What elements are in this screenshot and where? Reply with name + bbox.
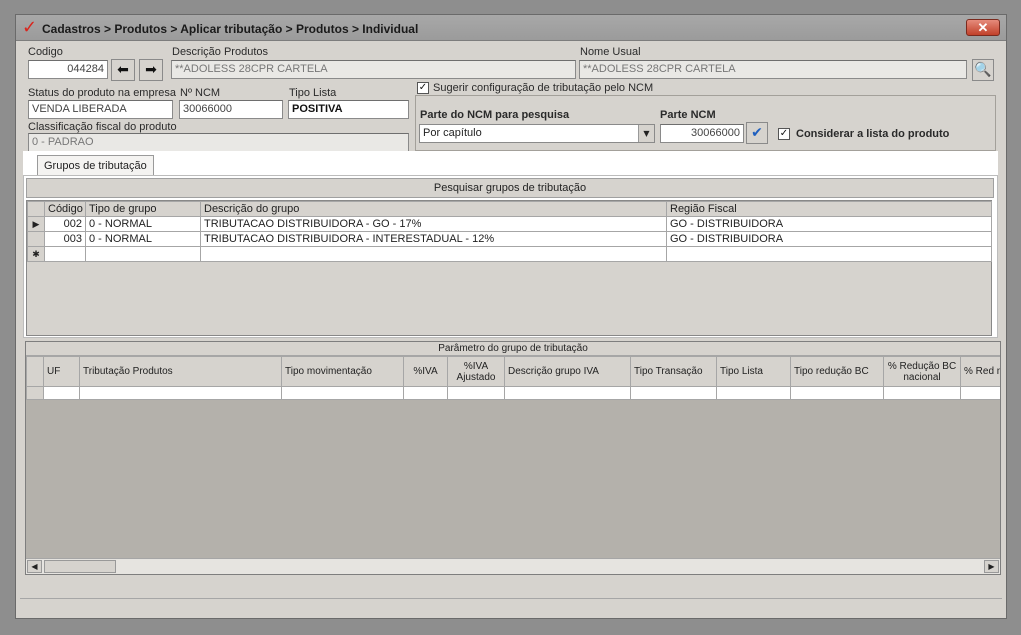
cell-empty[interactable] <box>883 386 961 400</box>
tab-strip: Grupos de tributação <box>23 151 998 177</box>
row-indicator <box>26 386 44 400</box>
params-grid-area: Parâmetro do grupo de tributação UF Trib… <box>25 341 1001 575</box>
new-row[interactable]: ✱ <box>27 246 992 262</box>
col-iva[interactable]: %IVA <box>403 356 448 387</box>
magnifier-icon: 🔍 <box>974 62 992 78</box>
ncm-label: Nº NCM <box>180 87 221 99</box>
row-indicator-header <box>26 356 44 387</box>
col-red-nac[interactable]: % Red nac <box>960 356 1000 387</box>
close-button[interactable]: ✕ <box>966 19 1000 36</box>
cell-tipo[interactable]: 0 - NORMAL <box>85 216 201 232</box>
considerar-checkbox[interactable]: ✓ <box>778 128 790 140</box>
groups-table: Código Tipo de grupo Descrição do grupo … <box>27 201 992 262</box>
arrow-left-icon: ⬅ <box>117 62 129 78</box>
params-table: UF Tributação Produtos Tipo movimentação… <box>26 356 1000 400</box>
window-title: Cadastros > Produtos > Aplicar tributaçã… <box>42 22 419 36</box>
sugerir-checkbox[interactable]: ✓ <box>417 82 429 94</box>
status-label: Status do produto na empresa <box>28 87 176 99</box>
parte-ncm-label: Parte NCM <box>660 109 716 121</box>
next-button[interactable]: ➡ <box>139 59 163 81</box>
status-bar <box>20 598 1002 614</box>
cell-empty[interactable] <box>716 386 791 400</box>
table-row[interactable]: ▶ 002 0 - NORMAL TRIBUTACAO DISTRIBUIDOR… <box>27 216 992 232</box>
table-row[interactable]: 003 0 - NORMAL TRIBUTACAO DISTRIBUIDORA … <box>27 231 992 247</box>
descricao-field[interactable]: **ADOLESS 28CPR CARTELA <box>171 60 576 79</box>
pesquisar-grupos-button[interactable]: Pesquisar grupos de tributação <box>26 178 994 198</box>
cell-empty[interactable] <box>630 386 717 400</box>
parte-ncm-pesquisa-label: Parte do NCM para pesquisa <box>420 109 570 121</box>
codigo-field[interactable]: 044284 <box>28 60 108 79</box>
main-window: ✓ Cadastros > Produtos > Aplicar tributa… <box>15 14 1007 619</box>
cell-tipo[interactable]: 0 - NORMAL <box>85 231 201 247</box>
col-codigo[interactable]: Código <box>44 201 86 217</box>
parte-ncm-pesquisa-select[interactable]: Por capítulo ▼ <box>419 124 655 143</box>
cell-empty[interactable] <box>85 246 201 262</box>
groups-grid-area: Código Tipo de grupo Descrição do grupo … <box>26 200 992 336</box>
sugerir-label: Sugerir configuração de tributação pelo … <box>433 82 654 94</box>
cell-regiao[interactable]: GO - DISTRIBUIDORA <box>666 216 992 232</box>
descricao-label: Descrição Produtos <box>172 46 268 58</box>
col-tributacao-produtos[interactable]: Tributação Produtos <box>79 356 282 387</box>
considerar-label: Considerar a lista do produto <box>796 128 950 140</box>
chevron-down-icon: ▼ <box>638 125 654 142</box>
col-iva-ajustado[interactable]: %IVA Ajustado <box>447 356 505 387</box>
classificacao-label: Classificação fiscal do produto <box>28 121 177 133</box>
nome-usual-field[interactable]: **ADOLESS 28CPR CARTELA <box>579 60 967 79</box>
cell-empty[interactable] <box>200 246 667 262</box>
cell-empty[interactable] <box>790 386 884 400</box>
col-tipo-transacao[interactable]: Tipo Transação <box>630 356 717 387</box>
col-descricao-grupo[interactable]: Descrição do grupo <box>200 201 667 217</box>
cell-empty[interactable] <box>44 246 86 262</box>
current-row-indicator: ▶ <box>27 216 45 232</box>
cell-empty[interactable] <box>447 386 505 400</box>
scroll-right-icon[interactable]: ▶ <box>984 560 999 573</box>
params-title: Parâmetro do grupo de tributação <box>26 342 1000 356</box>
cell-empty[interactable] <box>79 386 282 400</box>
cell-codigo[interactable]: 002 <box>44 216 86 232</box>
col-descricao-grupo-iva[interactable]: Descrição grupo IVA <box>504 356 631 387</box>
tipo-lista-field[interactable]: POSITIVA <box>288 100 409 119</box>
cell-empty[interactable] <box>281 386 404 400</box>
col-tipo-grupo[interactable]: Tipo de grupo <box>85 201 201 217</box>
col-tipo-lista[interactable]: Tipo Lista <box>716 356 791 387</box>
cell-descricao[interactable]: TRIBUTACAO DISTRIBUIDORA - GO - 17% <box>200 216 667 232</box>
cell-empty[interactable] <box>504 386 631 400</box>
col-tipo-movimentacao[interactable]: Tipo movimentação <box>281 356 404 387</box>
cell-empty[interactable] <box>43 386 80 400</box>
scroll-left-icon[interactable]: ◀ <box>27 560 42 573</box>
parte-ncm-pesquisa-value: Por capítulo <box>423 127 482 139</box>
app-logo-icon: ✓ <box>22 17 38 38</box>
tipo-lista-label: Tipo Lista <box>289 87 337 99</box>
checkmark-icon: ✔ <box>751 125 763 141</box>
cell-codigo[interactable]: 003 <box>44 231 86 247</box>
row-indicator-header <box>27 201 45 217</box>
row-indicator <box>27 231 45 247</box>
grupos-panel: Pesquisar grupos de tributação Código Ti… <box>23 175 998 338</box>
col-tipo-reducao-bc[interactable]: Tipo redução BC <box>790 356 884 387</box>
col-reducao-bc-nacional[interactable]: % Redução BC nacional <box>883 356 961 387</box>
arrow-right-icon: ➡ <box>145 62 157 78</box>
codigo-label: Codigo <box>28 46 63 58</box>
parte-ncm-field[interactable]: 30066000 <box>660 124 744 143</box>
col-uf[interactable]: UF <box>43 356 80 387</box>
classificacao-field[interactable]: 0 - PADRAO <box>28 133 409 152</box>
title-bar: ✓ Cadastros > Produtos > Aplicar tributa… <box>16 15 1006 41</box>
nome-usual-label: Nome Usual <box>580 46 641 58</box>
confirm-button[interactable]: ✔ <box>746 122 768 144</box>
ncm-field[interactable]: 30066000 <box>179 100 283 119</box>
col-regiao-fiscal[interactable]: Região Fiscal <box>666 201 992 217</box>
cell-empty[interactable] <box>960 386 1000 400</box>
scroll-thumb[interactable] <box>44 560 116 573</box>
horizontal-scrollbar[interactable]: ◀ ▶ <box>26 558 1000 574</box>
cell-regiao[interactable]: GO - DISTRIBUIDORA <box>666 231 992 247</box>
new-row-indicator: ✱ <box>27 246 45 262</box>
tab-grupos-tributacao[interactable]: Grupos de tributação <box>37 155 154 177</box>
table-row[interactable] <box>26 386 1000 400</box>
cell-descricao[interactable]: TRIBUTACAO DISTRIBUIDORA - INTERESTADUAL… <box>200 231 667 247</box>
cell-empty[interactable] <box>403 386 448 400</box>
search-button[interactable]: 🔍 <box>972 59 994 81</box>
cell-empty[interactable] <box>666 246 992 262</box>
previous-button[interactable]: ⬅ <box>111 59 135 81</box>
status-field[interactable]: VENDA LIBERADA <box>28 100 173 119</box>
